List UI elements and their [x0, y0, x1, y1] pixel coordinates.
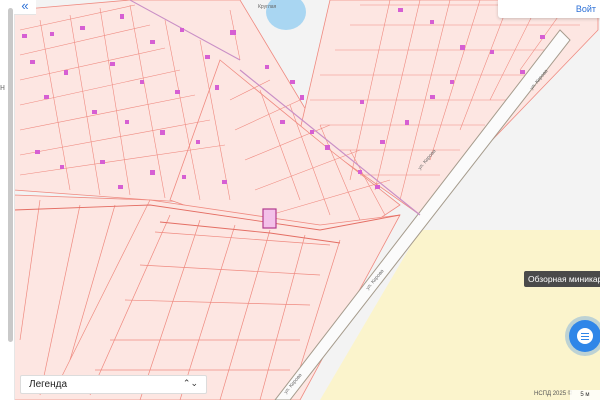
chevron-updown-icon: ⌃⌄ [182, 378, 198, 388]
scale-bar: 5 м [570, 390, 600, 400]
legend-label: Легенда [29, 379, 68, 390]
top-right-panel: Войт [498, 0, 600, 18]
sidebar-scrollbar[interactable] [8, 8, 13, 342]
rail-mark: н [0, 82, 5, 92]
minimap-tooltip: Обзорная миникарта [524, 271, 600, 287]
login-link[interactable]: Войт [576, 4, 596, 14]
selected-parcel[interactable] [262, 208, 277, 229]
street-label-kruglaya: Круглая [258, 4, 277, 10]
legend-dropdown[interactable]: Легенда ⌃⌄ [20, 375, 207, 394]
collapse-sidebar-button[interactable]: « [14, 0, 36, 15]
cadastral-map[interactable]: Круглая ул. Кирова ул. Кирова ул. Кирова… [0, 0, 600, 400]
left-sidebar-rail: н [0, 0, 15, 400]
copyright-text: НСПД 2025 © [534, 391, 573, 397]
layers-list-button[interactable] [569, 320, 600, 352]
list-icon [577, 328, 593, 344]
